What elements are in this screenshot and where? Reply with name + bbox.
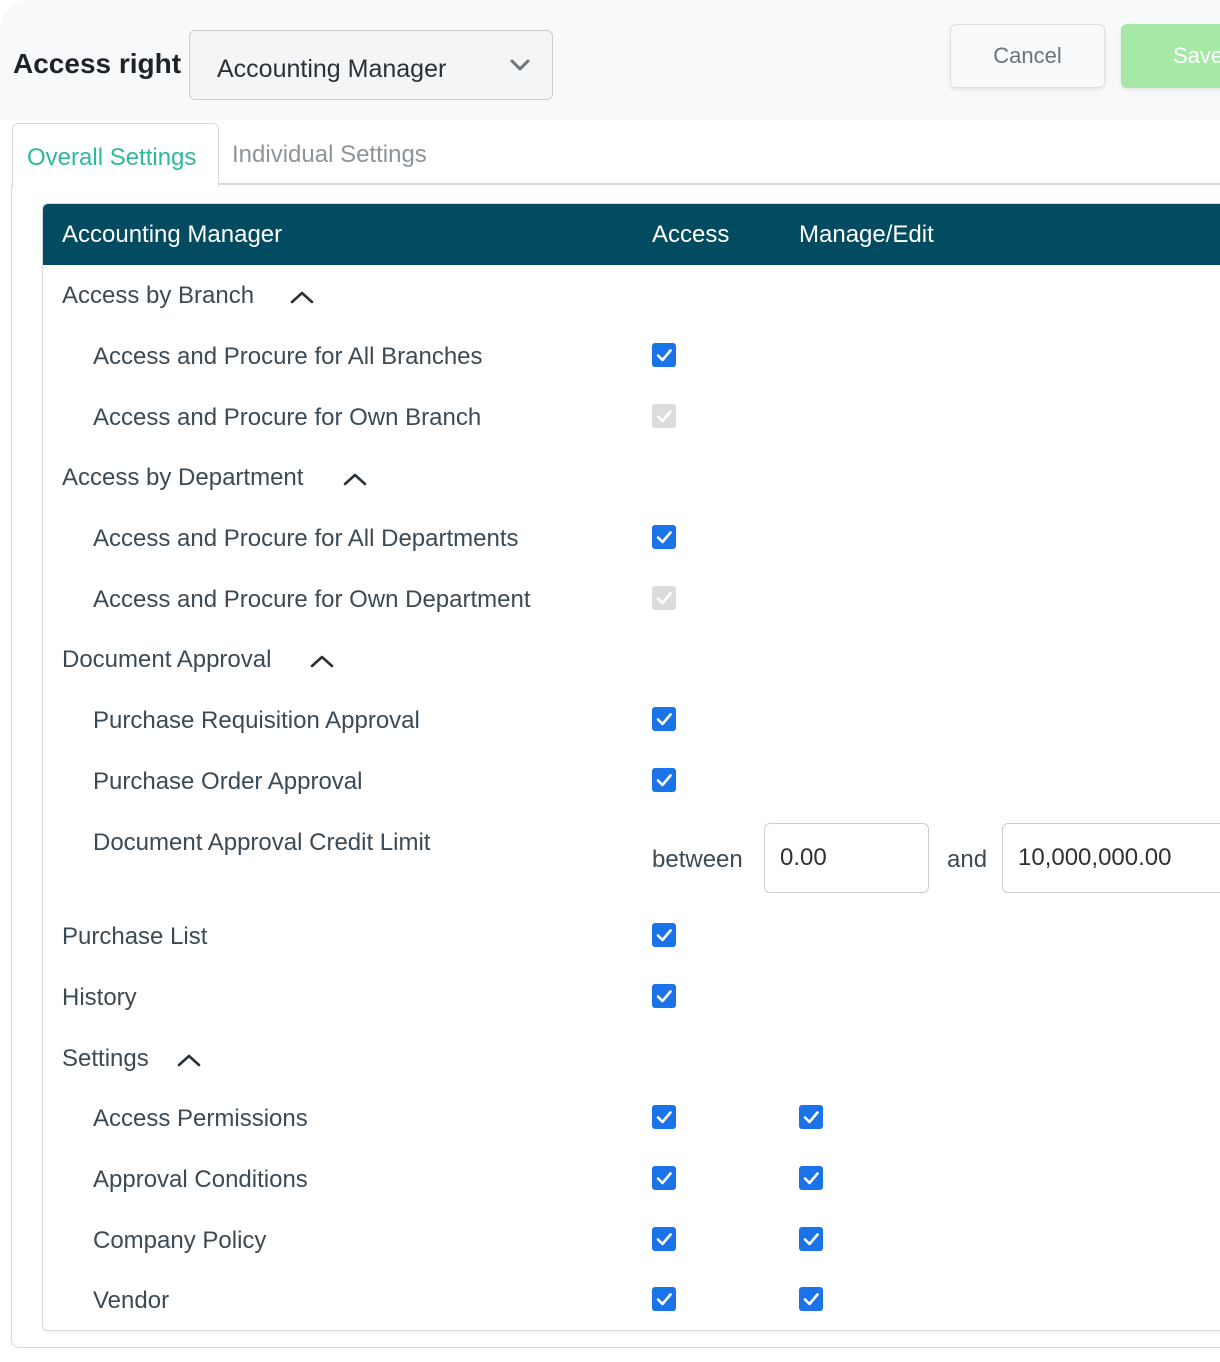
tab-overall-settings-label: Overall Settings [27, 144, 197, 171]
role-select[interactable]: Accounting Manager [189, 30, 553, 100]
access-right-label: Access right [13, 48, 182, 79]
row-label-purchase-list: Purchase List [62, 923, 208, 950]
credit-limit-min-input[interactable] [764, 823, 929, 893]
chevron-up-icon[interactable] [176, 1051, 202, 1069]
check-icon [803, 1111, 819, 1124]
credit-limit-max-input[interactable] [1002, 823, 1220, 893]
check-icon [656, 929, 672, 942]
permissions-table: Accounting Manager Access Manage/Edit Ac… [42, 203, 1220, 1331]
row-label-company-policy: Company Policy [93, 1227, 267, 1254]
row-label-pr-approval: Purchase Requisition Approval [93, 707, 420, 734]
access-checkbox-purchase-list[interactable] [652, 923, 676, 947]
row-label-access-permissions: Access Permissions [93, 1105, 308, 1132]
check-icon [656, 1172, 672, 1185]
check-icon [656, 1111, 672, 1124]
column-header-access: Access [652, 221, 730, 248]
row-label-approval-conditions: Approval Conditions [93, 1166, 308, 1193]
group-label-settings: Settings [62, 1045, 149, 1072]
check-icon [803, 1172, 819, 1185]
between-label: between [652, 846, 743, 873]
row-label-credit-limit: Document Approval Credit Limit [93, 829, 431, 856]
row-label-po-approval: Purchase Order Approval [93, 768, 363, 795]
tab-individual-settings[interactable]: Individual Settings [232, 141, 427, 169]
group-label-access-by-branch: Access by Branch [62, 282, 255, 309]
access-checkbox-access-permissions[interactable] [652, 1105, 676, 1129]
row-label-own-department: Access and Procure for Own Department [93, 586, 531, 613]
check-icon [656, 1233, 672, 1246]
check-icon [656, 531, 672, 544]
access-checkbox-pr-approval[interactable] [652, 707, 676, 731]
check-icon [656, 592, 672, 605]
manage-checkbox-approval-conditions[interactable] [799, 1166, 823, 1190]
access-checkbox-po-approval[interactable] [652, 768, 676, 792]
access-checkbox-own-branch [652, 404, 676, 428]
row-label-all-departments: Access and Procure for All Departments [93, 525, 519, 552]
manage-checkbox-access-permissions[interactable] [799, 1105, 823, 1129]
access-checkbox-all-branches[interactable] [652, 343, 676, 367]
check-icon [803, 1233, 819, 1246]
manage-checkbox-company-policy[interactable] [799, 1227, 823, 1251]
access-checkbox-history[interactable] [652, 984, 676, 1008]
check-icon [803, 1293, 819, 1306]
row-label-all-branches: Access and Procure for All Branches [93, 343, 483, 370]
table-header: Accounting Manager Access Manage/Edit [43, 204, 1220, 265]
access-checkbox-company-policy[interactable] [652, 1227, 676, 1251]
access-checkbox-approval-conditions[interactable] [652, 1166, 676, 1190]
check-icon [656, 774, 672, 787]
access-checkbox-own-department [652, 586, 676, 610]
column-header-name: Accounting Manager [62, 221, 283, 248]
save-button[interactable]: Save [1121, 24, 1220, 88]
check-icon [656, 349, 672, 362]
column-header-manage-edit: Manage/Edit [799, 221, 934, 248]
role-select-value: Accounting Manager [217, 55, 447, 83]
tab-overall-settings[interactable]: Overall Settings [12, 123, 219, 187]
check-icon [656, 713, 672, 726]
row-label-own-branch: Access and Procure for Own Branch [93, 404, 482, 431]
access-checkbox-vendor[interactable] [652, 1287, 676, 1311]
chevron-up-icon[interactable] [309, 652, 335, 670]
row-label-history: History [62, 984, 137, 1011]
and-label: and [947, 846, 988, 873]
check-icon [656, 410, 672, 423]
chevron-up-icon[interactable] [342, 470, 368, 488]
check-icon [656, 990, 672, 1003]
access-checkbox-all-departments[interactable] [652, 525, 676, 549]
chevron-down-icon [510, 59, 530, 71]
manage-checkbox-vendor[interactable] [799, 1287, 823, 1311]
chevron-up-icon[interactable] [289, 288, 315, 306]
group-label-access-by-department: Access by Department [62, 464, 304, 491]
group-label-document-approval: Document Approval [62, 646, 272, 673]
cancel-button[interactable]: Cancel [950, 24, 1105, 88]
check-icon [656, 1293, 672, 1306]
row-label-vendor: Vendor [93, 1287, 170, 1314]
